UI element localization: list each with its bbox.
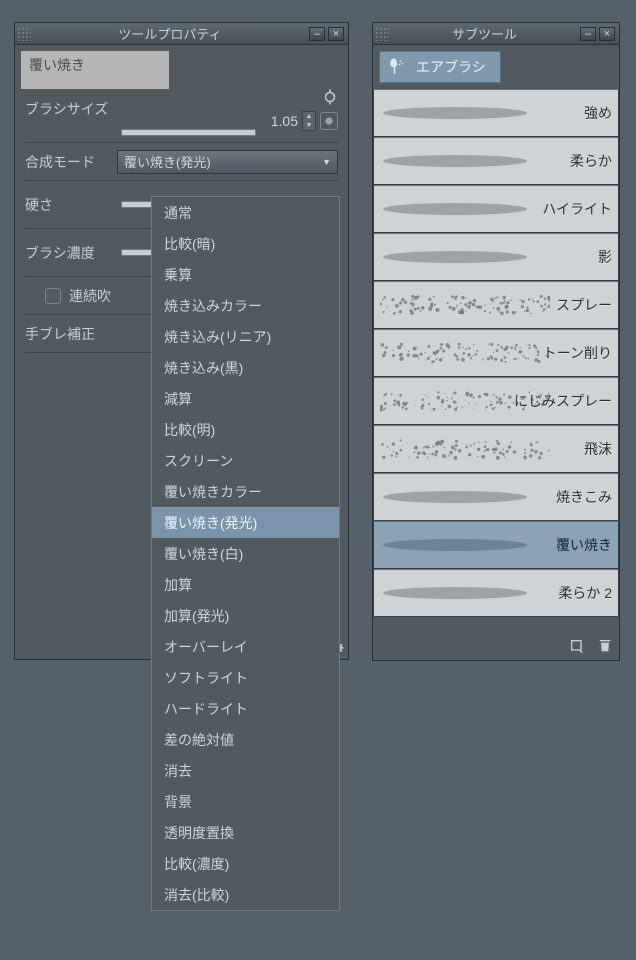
continuous-label: 連続吹 [69, 286, 111, 306]
blend-mode-selected: 覆い焼き(発光) [124, 152, 211, 171]
blend-mode-option[interactable]: 覆い焼き(白) [152, 538, 339, 569]
blend-mode-row: 合成モード 覆い焼き(発光) ▼ [25, 143, 338, 181]
category-tab[interactable]: エアブラシ [379, 51, 501, 83]
blend-mode-option[interactable]: 背景 [152, 786, 339, 817]
brush-size-slider[interactable] [121, 129, 256, 136]
blend-mode-label: 合成モード [25, 152, 117, 172]
blend-mode-option[interactable]: スクリーン [152, 445, 339, 476]
close-button[interactable]: × [328, 27, 344, 41]
subtool-panel: サブツール – × エアブラシ 強め柔らかハイライト影スプレートーン削りにじみス… [372, 22, 620, 661]
blend-mode-option[interactable]: 焼き込み(黒) [152, 352, 339, 383]
brush-item[interactable]: スプレー [373, 281, 619, 329]
airbrush-icon [386, 56, 408, 78]
brush-size-spinner[interactable]: ▲▼ [302, 111, 316, 131]
brush-item[interactable]: ハイライト [373, 185, 619, 233]
blend-mode-option[interactable]: 乗算 [152, 259, 339, 290]
brush-name: 柔らか [570, 151, 612, 171]
blend-mode-option[interactable]: オーバーレイ [152, 631, 339, 662]
brush-size-value: 1.05 [260, 113, 298, 129]
spray-stroke-icon [380, 432, 550, 466]
smooth-stroke-icon [380, 151, 530, 171]
titlebar: ツールプロパティ – × [15, 23, 348, 45]
panel-title: サブツール [389, 24, 580, 43]
smooth-stroke-icon [380, 487, 530, 507]
close-button[interactable]: × [599, 27, 615, 41]
brush-size-row: ブラシサイズ 1.05 ▲▼ [25, 99, 338, 143]
blend-mode-option[interactable]: 焼き込みカラー [152, 290, 339, 321]
grip-icon[interactable] [17, 27, 31, 41]
blend-mode-option[interactable]: 加算 [152, 569, 339, 600]
smooth-stroke-icon [380, 583, 530, 603]
minimize-button[interactable]: – [309, 27, 325, 41]
smooth-stroke-icon [380, 103, 530, 123]
brush-item[interactable]: 影 [373, 233, 619, 281]
blend-mode-combo[interactable]: 覆い焼き(発光) ▼ [117, 150, 338, 174]
brush-item[interactable]: トーン削り [373, 329, 619, 377]
titlebar: サブツール – × [373, 23, 619, 45]
blend-mode-option[interactable]: 消去(比較) [152, 879, 339, 910]
spray-stroke-icon [380, 336, 550, 370]
brush-list: 強め柔らかハイライト影スプレートーン削りにじみスプレー飛沫焼きこみ覆い焼き柔らか… [373, 89, 619, 617]
brush-name: 柔らか 2 [558, 583, 612, 603]
minimize-button[interactable]: – [580, 27, 596, 41]
blend-mode-option[interactable]: ソフトライト [152, 662, 339, 693]
blend-mode-option[interactable]: 通常 [152, 197, 339, 228]
tool-name-chip: 覆い焼き [21, 51, 169, 89]
blend-mode-option[interactable]: ハードライト [152, 693, 339, 724]
brush-size-label: ブラシサイズ [25, 99, 108, 119]
brush-item[interactable]: 柔らか [373, 137, 619, 185]
brush-name: 焼きこみ [556, 487, 612, 507]
brush-name: 強め [584, 103, 612, 123]
blend-mode-option[interactable]: 覆い焼き(発光) [152, 507, 339, 538]
grip-icon[interactable] [375, 27, 389, 41]
brush-item[interactable]: 柔らか 2 [373, 569, 619, 617]
trash-icon[interactable] [595, 636, 615, 656]
blend-mode-option[interactable]: 消去 [152, 755, 339, 786]
brush-name: 影 [598, 247, 612, 267]
blend-mode-option[interactable]: 比較(明) [152, 414, 339, 445]
brush-item[interactable]: 飛沫 [373, 425, 619, 473]
density-label: ブラシ濃度 [25, 243, 117, 263]
brush-name: トーン削り [543, 343, 612, 363]
brush-name: 飛沫 [584, 439, 612, 459]
chevron-down-icon: ▼ [322, 157, 331, 167]
smooth-stroke-icon [380, 247, 530, 267]
spray-stroke-icon [380, 288, 550, 322]
blend-mode-option[interactable]: 透明度置換 [152, 817, 339, 848]
blend-mode-option[interactable]: 加算(発光) [152, 600, 339, 631]
blend-mode-dropdown[interactable]: 通常比較(暗)乗算焼き込みカラー焼き込み(リニア)焼き込み(黒)減算比較(明)ス… [151, 196, 340, 911]
brush-name: スプレー [556, 295, 612, 315]
continuous-checkbox[interactable] [45, 288, 61, 304]
blend-mode-option[interactable]: 焼き込み(リニア) [152, 321, 339, 352]
brush-name: ハイライト [542, 199, 612, 219]
brush-item[interactable]: にじみスプレー [373, 377, 619, 425]
smooth-stroke-icon [380, 199, 530, 219]
blend-mode-option[interactable]: 比較(暗) [152, 228, 339, 259]
blend-mode-option[interactable]: 比較(濃度) [152, 848, 339, 879]
blend-mode-option[interactable]: 差の絶対値 [152, 724, 339, 755]
brush-size-indicator-icon[interactable] [320, 112, 338, 130]
panel-title: ツールプロパティ [31, 24, 309, 43]
blend-mode-option[interactable]: 減算 [152, 383, 339, 414]
brush-item[interactable]: 強め [373, 89, 619, 137]
brush-item[interactable]: 焼きこみ [373, 473, 619, 521]
smooth-stroke-icon [380, 535, 530, 555]
brush-item[interactable]: 覆い焼き [373, 521, 619, 569]
brush-name: 覆い焼き [556, 535, 612, 555]
stabilize-label: 手ブレ補正 [25, 324, 117, 344]
menu-icon[interactable] [567, 636, 587, 656]
blend-mode-option[interactable]: 覆い焼きカラー [152, 476, 339, 507]
brush-name: にじみスプレー [514, 391, 612, 411]
category-label: エアブラシ [416, 57, 486, 77]
hardness-label: 硬さ [25, 195, 117, 215]
